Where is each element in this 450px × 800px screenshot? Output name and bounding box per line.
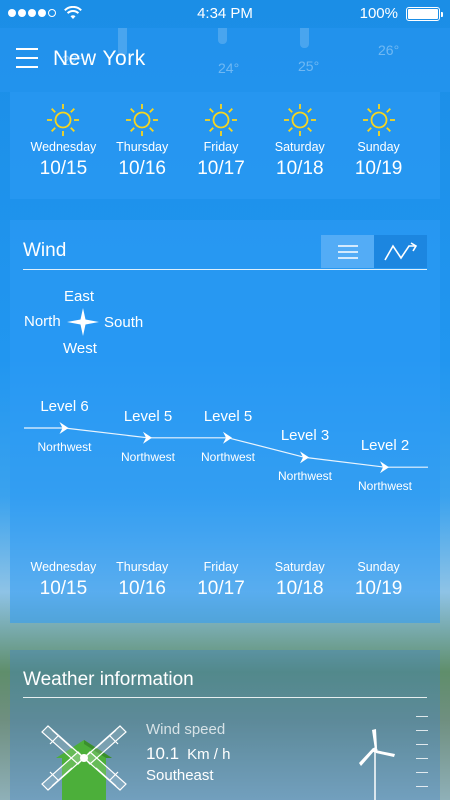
day-name: Wednesday [30, 560, 97, 574]
day-date: 10/17 [197, 158, 245, 179]
day-name: Thursday [116, 560, 169, 574]
forecast-day[interactable]: Saturday 10/18 [260, 100, 339, 180]
wind-day[interactable]: Wednesday 10/15 [24, 560, 103, 600]
forecast-day[interactable]: Sunday 10/19 [339, 100, 418, 180]
wind-day[interactable]: Saturday 10/18 [260, 560, 339, 600]
app-header: 22° 24° 25° 26° New York [0, 28, 450, 92]
day-name: Wednesday [30, 140, 97, 154]
ghost-temp-label: 25° [298, 58, 320, 74]
weather-info-title: Weather information [23, 669, 194, 690]
day-name: Friday [203, 140, 239, 154]
day-name: Sunday [357, 140, 400, 154]
wind-speed-number: 10.1 [146, 744, 180, 763]
weather-info-card: Weather information Wind speed 10.1 Km / … [10, 650, 440, 800]
forecast-day[interactable]: Thursday 10/16 [103, 100, 182, 180]
day-name: Thursday [116, 140, 169, 154]
status-bar: 4:34 PM 100% [0, 0, 450, 28]
wind-level-label: Level 3 [280, 427, 330, 445]
day-date: 10/18 [276, 578, 324, 599]
wind-level-label: Level 2 [360, 437, 410, 455]
day-date: 10/15 [39, 578, 88, 599]
city-name[interactable]: New York [53, 47, 146, 71]
wind-days: Wednesday 10/15 Thursday 10/16 Friday 10… [24, 560, 434, 600]
ghost-temp-bar [300, 28, 309, 48]
sun-icon [362, 104, 395, 136]
wind-scale-ruler [416, 716, 430, 800]
wind-level-label: Level 6 [40, 398, 89, 415]
day-name: Friday [203, 560, 239, 574]
wind-direction-label: Northwest [277, 469, 333, 484]
wind-direction-label: Northwest [120, 449, 176, 464]
sun-icon [204, 104, 237, 136]
sun-icon [126, 104, 159, 136]
sun-icon [47, 104, 80, 136]
forecast-days: Wednesday 10/15 Thursday 10/16 Friday 10… [24, 100, 434, 180]
wind-speed-value: 10.1 Km / h [146, 744, 230, 764]
wind-speed-unit: Km / h [187, 746, 231, 763]
wind-level-label: Level 5 [123, 407, 173, 425]
wind-direction-label: Northwest [357, 479, 413, 494]
day-name: Sunday [357, 560, 400, 574]
windmill-icon [41, 725, 127, 800]
day-date: 10/19 [354, 158, 403, 179]
forecast-day[interactable]: Friday 10/17 [182, 100, 261, 180]
day-date: 10/16 [118, 158, 166, 179]
forecast-day[interactable]: Wednesday 10/15 [24, 100, 103, 180]
ghost-temp-bar [218, 28, 227, 44]
day-name: Saturday [274, 560, 325, 574]
day-date: 10/17 [197, 578, 245, 599]
hamburger-menu-icon[interactable] [16, 48, 38, 68]
wind-speed-label: Wind speed [146, 721, 226, 738]
wind-turbine-icon [359, 729, 395, 800]
wind-card: Wind East North South West Level 6 Northw… [10, 220, 440, 623]
wind-direction-arrow [300, 451, 309, 464]
day-date: 10/16 [118, 578, 166, 599]
wind-direction-label: Northwest [37, 440, 92, 454]
wind-direction-label: Northwest [200, 449, 256, 464]
wind-day[interactable]: Friday 10/17 [182, 560, 261, 600]
battery-icon [406, 7, 443, 21]
day-date: 10/18 [276, 158, 324, 179]
weather-info-divider [23, 697, 427, 698]
ghost-temp-label: 24° [218, 60, 240, 76]
day-date: 10/15 [39, 158, 88, 179]
day-name: Saturday [274, 140, 325, 154]
sun-icon [283, 104, 316, 136]
wind-day[interactable]: Sunday 10/19 [339, 560, 418, 600]
battery-percentage: 100% [359, 5, 398, 22]
day-date: 10/19 [354, 578, 403, 599]
ghost-temp-label: 26° [378, 42, 400, 58]
wind-day[interactable]: Thursday 10/16 [103, 560, 182, 600]
wind-level-label: Level 5 [203, 407, 253, 425]
wind-direction: Southeast [146, 767, 214, 784]
forecast-card: Wednesday 10/15 Thursday 10/16 Friday 10… [10, 92, 440, 199]
